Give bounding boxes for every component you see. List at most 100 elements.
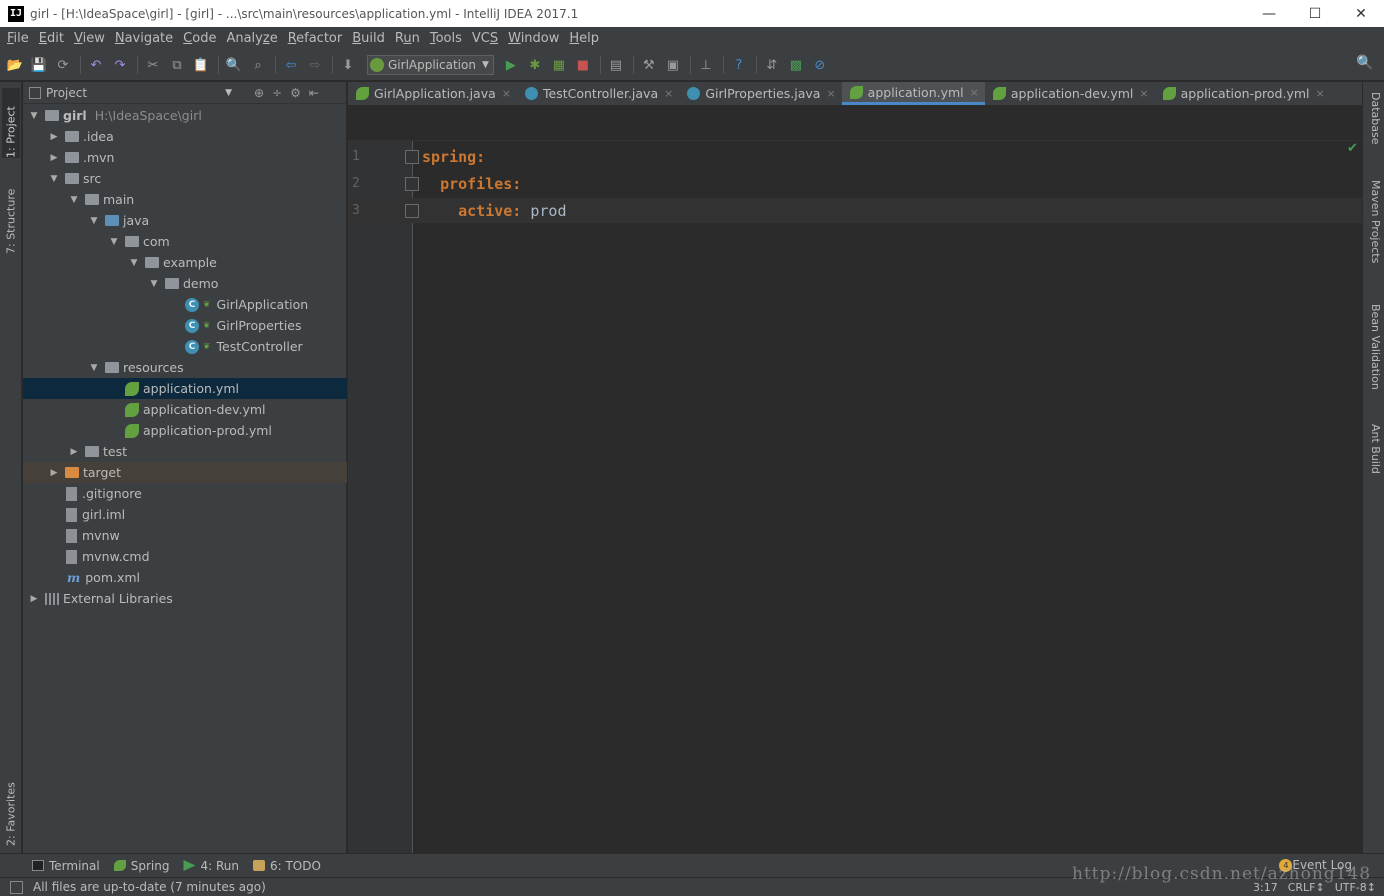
chevron-down-icon[interactable]: ▼ <box>225 88 232 98</box>
collapsed-arrow-icon[interactable]: ▶ <box>47 132 61 142</box>
menu-item[interactable]: Help <box>564 31 604 46</box>
save-icon[interactable]: 💾 <box>28 54 50 76</box>
find-icon[interactable]: 🔍 <box>223 54 245 76</box>
cut-icon[interactable]: ✂ <box>142 54 164 76</box>
tree-node[interactable]: ▼ java <box>23 210 347 231</box>
expanded-arrow-icon[interactable]: ▼ <box>127 258 141 268</box>
expanded-arrow-icon[interactable]: ▼ <box>67 195 81 205</box>
run-icon[interactable]: ▶ <box>500 54 522 76</box>
tree-node[interactable]: girl.iml <box>23 504 347 525</box>
disable-icon[interactable]: ⊘ <box>809 54 831 76</box>
collapsed-arrow-icon[interactable]: ▶ <box>67 447 81 457</box>
sdk-icon[interactable]: ⊥ <box>695 54 717 76</box>
code-line[interactable]: profiles: <box>422 175 521 193</box>
collapsed-arrow-icon[interactable]: ▶ <box>27 594 41 604</box>
toggle-tool-windows-icon[interactable] <box>10 880 23 894</box>
tree-node[interactable]: application-dev.yml <box>23 399 347 420</box>
tab-favorites[interactable]: 2: Favorites <box>2 762 20 846</box>
menu-item[interactable]: File <box>2 31 34 46</box>
expanded-arrow-icon[interactable]: ▼ <box>47 174 61 184</box>
minimize-button[interactable]: — <box>1246 0 1292 27</box>
tab-bean-validation[interactable]: Bean Validation <box>1366 304 1382 390</box>
structure-icon[interactable]: ▣ <box>662 54 684 76</box>
tree-node[interactable]: mvnw.cmd <box>23 546 347 567</box>
menu-item[interactable]: Navigate <box>110 31 178 46</box>
expanded-arrow-icon[interactable]: ▼ <box>87 363 101 373</box>
expanded-arrow-icon[interactable]: ▼ <box>107 237 121 247</box>
tree-node[interactable]: C ❦ GirlProperties <box>23 315 347 336</box>
menu-item[interactable]: Analyze <box>221 31 282 46</box>
tree-node[interactable]: ▶ .mvn <box>23 147 347 168</box>
tab-ant-build[interactable]: Ant Build <box>1366 424 1382 474</box>
editor-tab[interactable]: GirlApplication.java × <box>348 82 517 105</box>
project-view-selector[interactable]: Project <box>46 86 87 100</box>
bottom-tool-4-run[interactable]: 4: Run <box>183 859 239 873</box>
tree-node[interactable]: ▶ .idea <box>23 126 347 147</box>
coverage-icon[interactable]: ▦ <box>548 54 570 76</box>
vcs-icon[interactable]: ⇵ <box>761 54 783 76</box>
copy-icon[interactable]: ⧉ <box>166 54 188 76</box>
tree-node[interactable]: ▼ src <box>23 168 347 189</box>
monitor-icon[interactable]: ▩ <box>785 54 807 76</box>
tree-node[interactable]: application.yml <box>23 378 347 399</box>
collapse-all-icon[interactable]: ÷ <box>272 86 282 100</box>
close-icon[interactable]: × <box>502 87 511 100</box>
close-icon[interactable]: × <box>1139 87 1148 100</box>
editor-tab[interactable]: GirlProperties.java × <box>679 82 841 105</box>
tree-node[interactable]: ▼ demo <box>23 273 347 294</box>
collapsed-arrow-icon[interactable]: ▶ <box>47 468 61 478</box>
tree-node[interactable]: ▼ girl H:\IdeaSpace\girl <box>23 105 347 126</box>
menu-item[interactable]: VCS <box>467 31 503 46</box>
tab-structure[interactable]: 7: Structure <box>2 174 20 254</box>
hide-panel-icon[interactable]: ⇤ <box>309 86 319 100</box>
tree-node[interactable]: .gitignore <box>23 483 347 504</box>
back-icon[interactable]: ⇦ <box>280 54 302 76</box>
tree-node[interactable]: application-prod.yml <box>23 420 347 441</box>
sync-icon[interactable]: ⟳ <box>52 54 74 76</box>
tree-node[interactable]: ▼ com <box>23 231 347 252</box>
menu-item[interactable]: Window <box>503 31 564 46</box>
close-icon[interactable]: × <box>970 86 979 99</box>
expanded-arrow-icon[interactable]: ▼ <box>87 216 101 226</box>
settings-icon[interactable]: ⚒ <box>638 54 660 76</box>
close-icon[interactable]: × <box>664 87 673 100</box>
bottom-tool-terminal[interactable]: Terminal <box>32 859 100 873</box>
expanded-arrow-icon[interactable]: ▼ <box>147 279 161 289</box>
tree-node[interactable]: ▶ test <box>23 441 347 462</box>
fold-marker-icon[interactable] <box>405 177 419 191</box>
paste-icon[interactable]: 📋 <box>190 54 212 76</box>
tab-database[interactable]: Database <box>1366 92 1382 145</box>
fold-marker-icon[interactable] <box>405 150 419 164</box>
forward-icon[interactable]: ⇨ <box>304 54 326 76</box>
redo-icon[interactable]: ↷ <box>109 54 131 76</box>
editor-tab[interactable]: application-dev.yml × <box>985 82 1155 105</box>
menu-item[interactable]: View <box>69 31 110 46</box>
tree-node[interactable]: C ❦ TestController <box>23 336 347 357</box>
editor-tab[interactable]: TestController.java × <box>517 82 679 105</box>
scroll-from-source-icon[interactable]: ⊕ <box>254 86 264 100</box>
maximize-button[interactable]: ☐ <box>1292 0 1338 27</box>
gear-icon[interactable]: ⚙ <box>290 86 301 100</box>
search-everywhere-icon[interactable]: 🔍 <box>1356 55 1376 75</box>
undo-icon[interactable]: ↶ <box>85 54 107 76</box>
menu-item[interactable]: Build <box>347 31 390 46</box>
bottom-tool-6-todo[interactable]: 6: TODO <box>252 859 321 873</box>
tree-node[interactable]: ▶ External Libraries <box>23 588 347 609</box>
tree-node[interactable]: ▼ example <box>23 252 347 273</box>
stop-icon[interactable]: ■ <box>572 54 594 76</box>
collapsed-arrow-icon[interactable]: ▶ <box>47 153 61 163</box>
bottom-tool-spring[interactable]: Spring <box>113 859 169 873</box>
tab-project[interactable]: 1: Project <box>2 88 20 158</box>
tree-node[interactable]: ▶ target <box>23 462 347 483</box>
close-button[interactable]: ✕ <box>1338 0 1384 27</box>
tree-node[interactable]: mvnw <box>23 525 347 546</box>
replace-icon[interactable]: ⌕ <box>247 54 269 76</box>
close-icon[interactable]: × <box>1316 87 1325 100</box>
make-icon[interactable]: ⬇ <box>337 54 359 76</box>
code-line[interactable]: active: prod <box>422 202 566 220</box>
tree-node[interactable]: ▼ resources <box>23 357 347 378</box>
expanded-arrow-icon[interactable]: ▼ <box>27 111 41 121</box>
tree-node[interactable]: m pom.xml <box>23 567 347 588</box>
debug-icon[interactable]: ✱ <box>524 54 546 76</box>
editor-tab[interactable]: application-prod.yml × <box>1155 82 1331 105</box>
